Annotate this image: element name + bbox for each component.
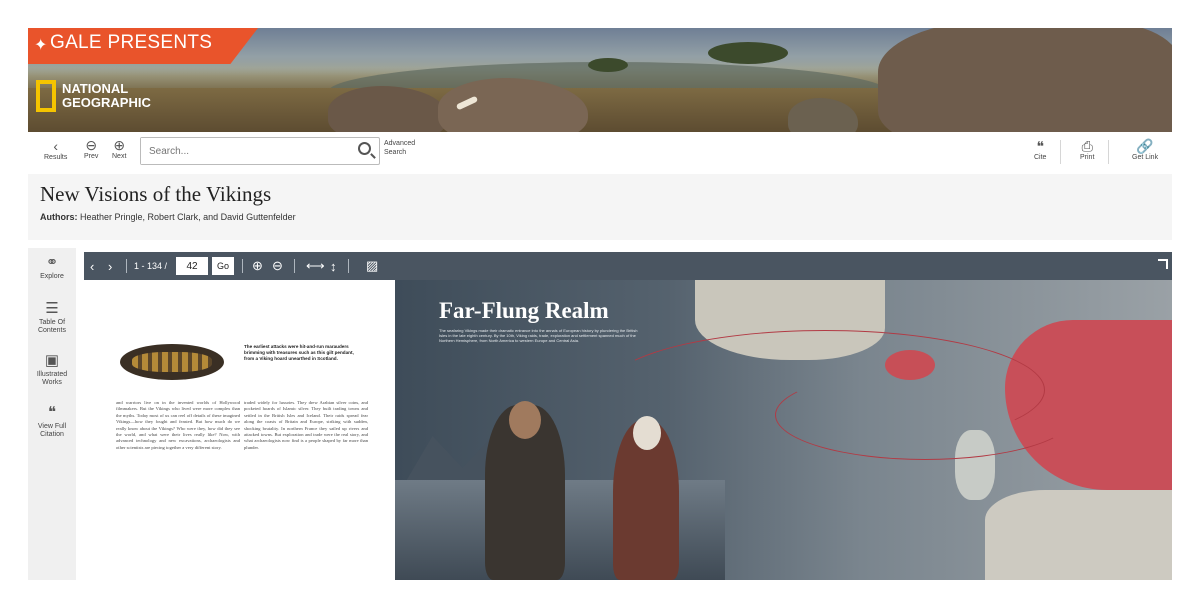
binoculars-icon: ⚭ <box>45 254 59 271</box>
viewer-divider <box>242 259 243 273</box>
document-header: New Visions of the Vikings Authors: Heat… <box>28 174 1172 240</box>
viewer-toolbar: ‹ › 1 - 134 / Go ⊕ ⊖ ⟷ ↕ ▨ <box>84 252 1172 280</box>
image-caption: The earliest attacks were hit-and-run ma… <box>244 344 354 361</box>
next-page-icon[interactable]: › <box>108 252 112 280</box>
print-label: Print <box>1080 154 1095 161</box>
elephant-image <box>878 28 1172 132</box>
go-button[interactable]: Go <box>212 257 234 275</box>
map-landmass <box>985 490 1172 580</box>
zoom-out-icon[interactable]: ⊖ <box>272 252 283 280</box>
fit-height-icon[interactable]: ↕ <box>330 252 337 280</box>
image-icon: ▣ <box>44 352 60 369</box>
page-number-input[interactable] <box>176 257 208 275</box>
cite-button[interactable]: ❝ Cite <box>1034 138 1046 161</box>
header-banner: ✦ GALE PRESENTS NATIONAL GEOGRAPHIC <box>28 28 1172 132</box>
get-link-label: Get Link <box>1132 154 1159 161</box>
rail-item-illustrated-works[interactable]: ▣ Illustrated Works <box>28 352 76 387</box>
circle-arrow-left-icon: ⊖ <box>85 137 98 153</box>
gale-logo-icon: ✦ <box>34 37 48 54</box>
authors-line: Authors: Heather Pringle, Robert Clark, … <box>40 212 296 222</box>
rail-item-view-full-citation[interactable]: ❝ View Full Citation <box>28 404 76 439</box>
link-icon: 🔗 <box>1136 138 1154 154</box>
yellow-frame-icon <box>36 80 56 112</box>
toolbar-divider <box>1060 140 1061 164</box>
map-subtitle: The seafaring Vikings made their dramati… <box>439 328 638 343</box>
search-input[interactable] <box>141 138 341 164</box>
partner-name-line2: GEOGRAPHIC <box>62 95 151 110</box>
national-geographic-logo: NATIONAL GEOGRAPHIC <box>36 80 151 112</box>
chevron-left-icon: ‹ <box>53 138 58 154</box>
partner-name-line1: NATIONAL <box>62 81 129 96</box>
next-button[interactable]: ⊕ Next <box>112 137 126 160</box>
previous-page-icon[interactable]: ‹ <box>90 252 94 280</box>
results-label: Results <box>44 154 68 161</box>
brand-title: GALE PRESENTS <box>50 32 213 53</box>
viewer-divider <box>348 259 349 273</box>
list-icon: ☰ <box>45 300 59 317</box>
viking-warrior-illustration <box>485 401 565 580</box>
quote-icon: ❝ <box>47 404 57 421</box>
authors-names: Heather Pringle, Robert Clark, and David… <box>80 212 296 222</box>
circle-arrow-right-icon: ⊕ <box>113 137 126 153</box>
get-link-button[interactable]: 🔗 Get Link <box>1132 138 1158 161</box>
results-button[interactable]: ‹ Results <box>44 138 67 161</box>
document-page-left: The earliest attacks were hit-and-run ma… <box>84 280 395 580</box>
authors-label: Authors: <box>40 212 78 222</box>
search-icon[interactable] <box>358 142 371 155</box>
rail-item-table-of-contents[interactable]: ☰ Table Of Contents <box>28 300 76 335</box>
next-label: Next <box>112 153 127 160</box>
voyage-route <box>775 370 1075 460</box>
printer-icon: ⎙ <box>1081 138 1093 154</box>
fit-width-icon[interactable]: ⟷ <box>306 252 325 280</box>
brand-tab: ✦ GALE PRESENTS <box>28 28 258 64</box>
prev-button[interactable]: ⊖ Prev <box>84 137 98 160</box>
prev-label: Prev <box>84 153 99 160</box>
toolbar-divider <box>1108 140 1109 164</box>
page-range: 1 - 134 / <box>134 261 168 271</box>
acacia-tree <box>708 42 788 64</box>
viking-woman-illustration <box>613 416 679 580</box>
quote-icon: ❝ <box>1036 138 1044 154</box>
image-view-icon[interactable]: ▨ <box>366 252 378 280</box>
left-tool-rail: ⚭ Explore ☰ Table Of Contents ▣ Illustra… <box>28 248 76 580</box>
article-column: traded widely for luxuries. They drew Ar… <box>244 400 368 450</box>
fullscreen-icon[interactable] <box>1158 259 1168 269</box>
document-page-right: Far-Flung Realm The seafaring Vikings ma… <box>395 280 1172 580</box>
article-column: and warriors live on in the invented wor… <box>116 400 240 450</box>
zoom-in-icon[interactable]: ⊕ <box>252 252 263 280</box>
viking-pendant-image <box>120 344 224 380</box>
map-title: Far-Flung Realm <box>439 298 609 323</box>
viewer-divider <box>294 259 295 273</box>
print-button[interactable]: ⎙ Print <box>1080 138 1094 161</box>
page-title: New Visions of the Vikings <box>40 182 272 206</box>
acacia-tree <box>588 58 628 72</box>
advanced-search-link[interactable]: Advanced Search <box>384 139 415 157</box>
cite-label: Cite <box>1034 154 1047 161</box>
rail-item-explore[interactable]: ⚭ Explore <box>28 254 76 281</box>
viewer-divider <box>126 259 127 273</box>
document-toolbar: ‹ Results ⊖ Prev ⊕ Next Advanced Search … <box>28 134 1172 172</box>
search-box <box>140 137 380 165</box>
